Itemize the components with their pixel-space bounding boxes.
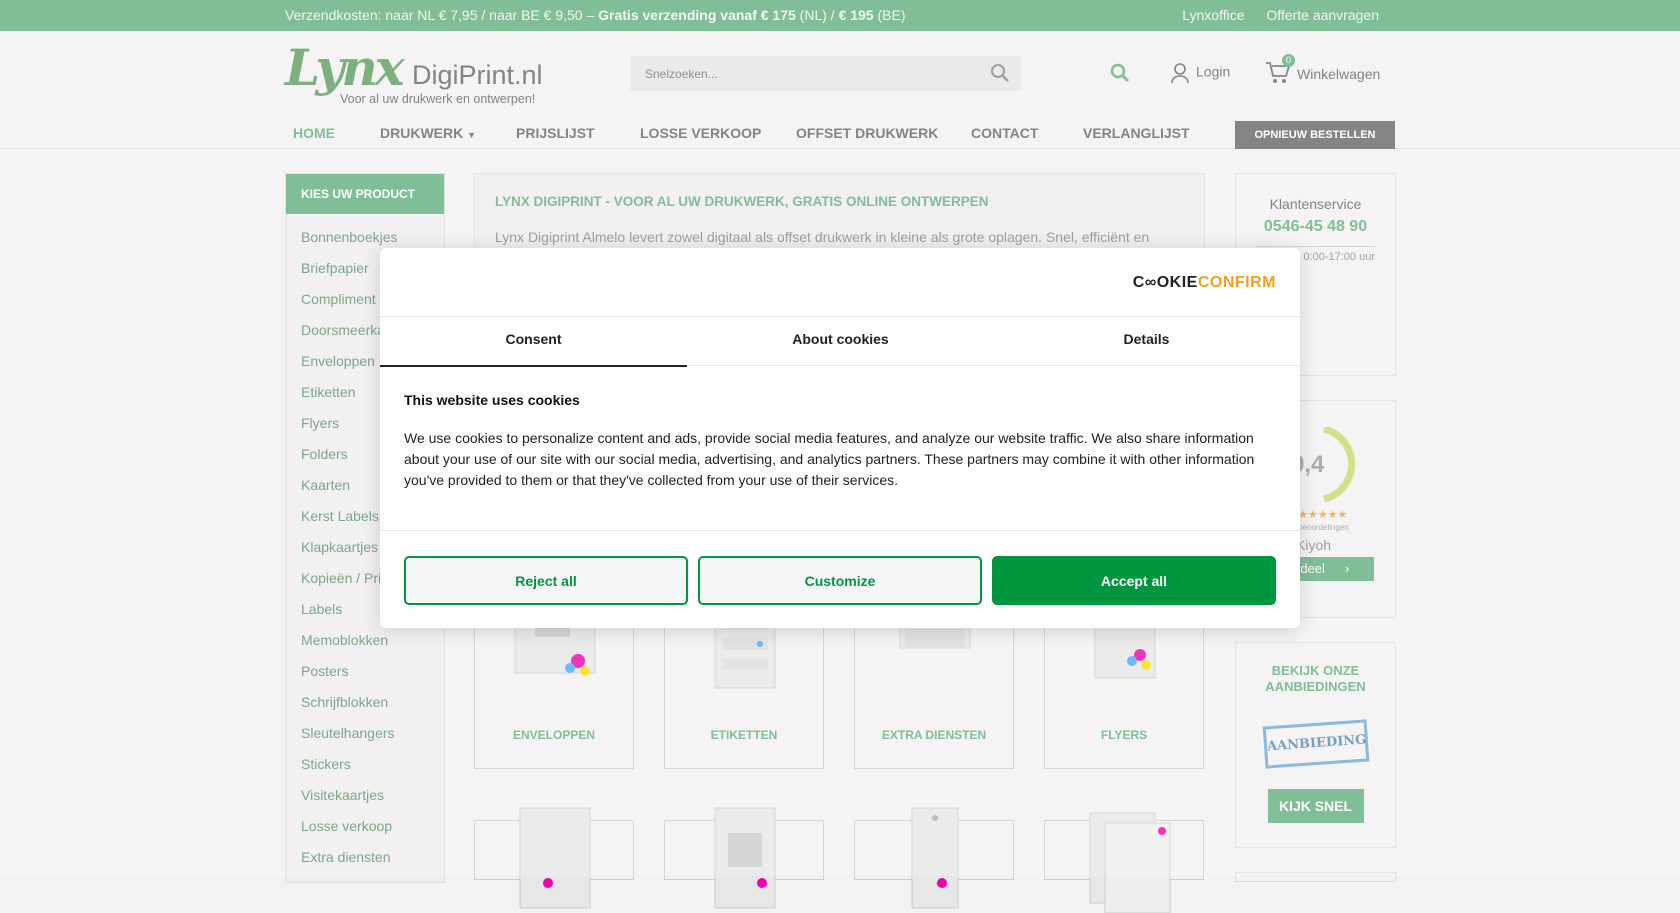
cookie-text: We use cookies to personalize content an… (404, 430, 1255, 488)
brand-confirm: CONFIRM (1197, 274, 1276, 291)
reject-all-button[interactable]: Reject all (404, 556, 688, 605)
brand-c: C (1132, 274, 1145, 291)
cookieconfirm-logo: C∞OKIECONFIRM (1133, 274, 1276, 292)
cookie-tabs: Consent About cookies Details (380, 316, 1300, 367)
customize-button[interactable]: Customize (698, 556, 982, 605)
tab-consent[interactable]: Consent (380, 317, 687, 367)
accept-all-button[interactable]: Accept all (992, 556, 1276, 605)
cookie-heading: This website uses cookies (404, 392, 580, 408)
cookie-buttons: Reject all Customize Accept all (380, 530, 1300, 628)
tab-about-cookies[interactable]: About cookies (687, 317, 994, 367)
tab-details[interactable]: Details (993, 317, 1300, 367)
brand-okie: OKIE (1156, 274, 1198, 291)
cookie-dialog: C∞OKIECONFIRM Consent About cookies Deta… (380, 248, 1300, 628)
link-icon: ∞ (1144, 274, 1157, 291)
